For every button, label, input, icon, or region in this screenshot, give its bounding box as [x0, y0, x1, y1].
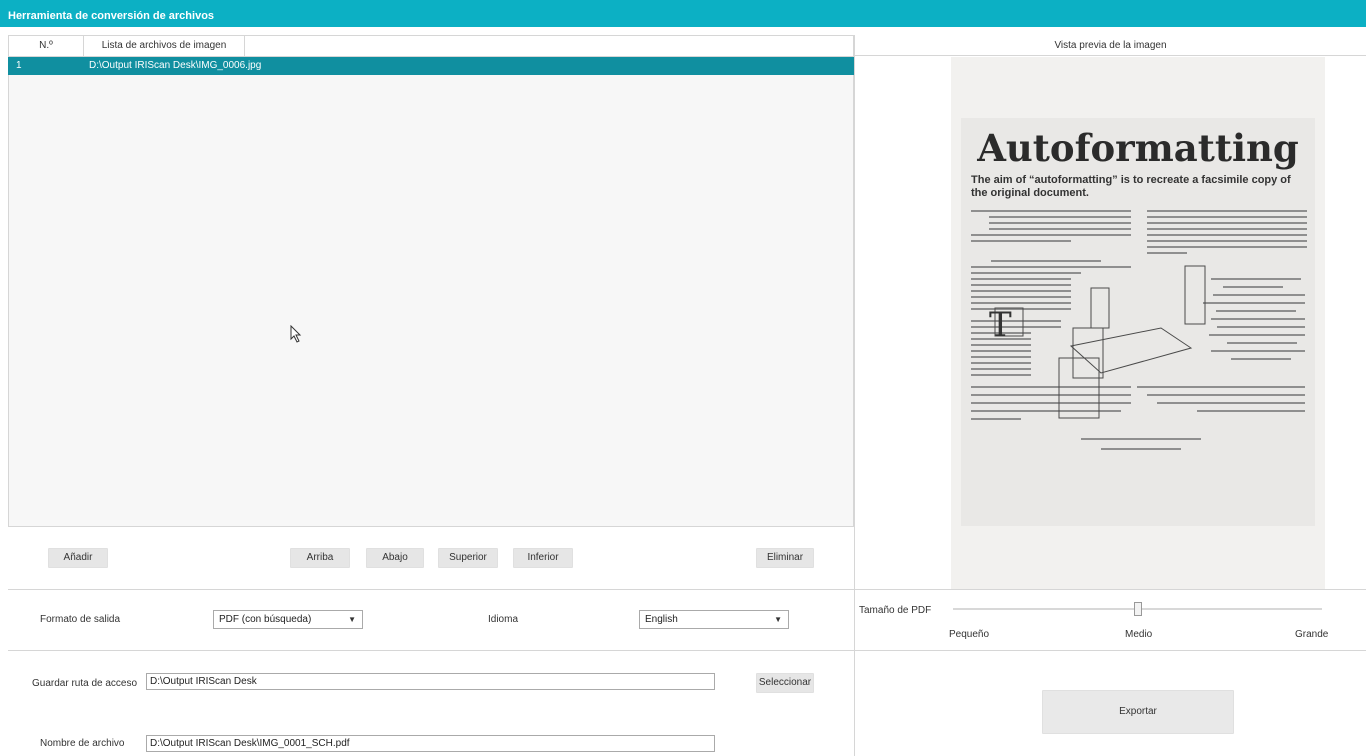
row-number: 1	[16, 60, 22, 71]
divider	[854, 35, 855, 756]
column-header-files[interactable]: Lista de archivos de imagen	[84, 36, 245, 56]
format-select-value: PDF (con búsqueda)	[219, 614, 312, 625]
app-title: Herramienta de conversión de archivos	[8, 10, 215, 22]
pdf-size-medium-label: Medio	[1125, 629, 1153, 640]
doc-subtitle: The aim of “autoformatting” is to recrea…	[971, 174, 1291, 199]
file-list-panel[interactable]	[8, 35, 854, 527]
format-label: Formato de salida	[40, 614, 121, 625]
move-down-button[interactable]: Abajo	[366, 548, 424, 568]
format-select[interactable]: PDF (con búsqueda) ▼	[213, 610, 363, 629]
pdf-size-label: Tamaño de PDF	[859, 605, 932, 616]
file-list-header: N.º Lista de archivos de imagen	[8, 35, 854, 57]
language-select[interactable]: English ▼	[639, 610, 789, 629]
language-select-value: English	[645, 614, 678, 625]
language-label: Idioma	[488, 614, 519, 625]
move-bottom-button[interactable]: Inferior	[513, 548, 573, 568]
column-header-number[interactable]: N.º	[9, 36, 84, 56]
preview-title: Vista previa de la imagen	[1054, 40, 1167, 51]
scanned-document: Autoformatting The aim of “autoformattin…	[961, 118, 1315, 526]
pdf-size-large-label: Grande	[1295, 629, 1329, 640]
move-top-button[interactable]: Superior	[438, 548, 498, 568]
file-name-label: Nombre de archivo	[40, 738, 125, 749]
add-button[interactable]: Añadir	[48, 548, 108, 568]
export-button[interactable]: Exportar	[1042, 690, 1234, 734]
table-row[interactable]: 1 D:\Output IRIScan Desk\IMG_0006.jpg	[8, 57, 854, 75]
divider	[8, 589, 1366, 590]
document-body-graphic: T	[971, 210, 1307, 450]
title-bar: Herramienta de conversión de archivos	[0, 0, 1366, 27]
delete-button[interactable]: Eliminar	[756, 548, 814, 568]
mouse-pointer-icon	[290, 325, 302, 343]
preview-header: Vista previa de la imagen	[855, 35, 1366, 56]
pdf-size-small-label: Pequeño	[949, 629, 990, 640]
move-up-button[interactable]: Arriba	[290, 548, 350, 568]
row-path: D:\Output IRIScan Desk\IMG_0006.jpg	[89, 60, 262, 71]
select-folder-button[interactable]: Seleccionar	[756, 673, 814, 693]
divider	[8, 650, 1366, 651]
file-name-field[interactable]: D:\Output IRIScan Desk\IMG_0001_SCH.pdf	[146, 735, 715, 752]
save-path-label: Guardar ruta de acceso	[32, 678, 138, 689]
chevron-down-icon: ▼	[348, 615, 356, 624]
chevron-down-icon: ▼	[774, 615, 782, 624]
save-path-field[interactable]: D:\Output IRIScan Desk	[146, 673, 715, 690]
svg-text:T: T	[989, 305, 1012, 345]
pdf-size-slider-handle[interactable]	[1134, 602, 1142, 616]
doc-title: Autoformatting	[977, 126, 1299, 170]
